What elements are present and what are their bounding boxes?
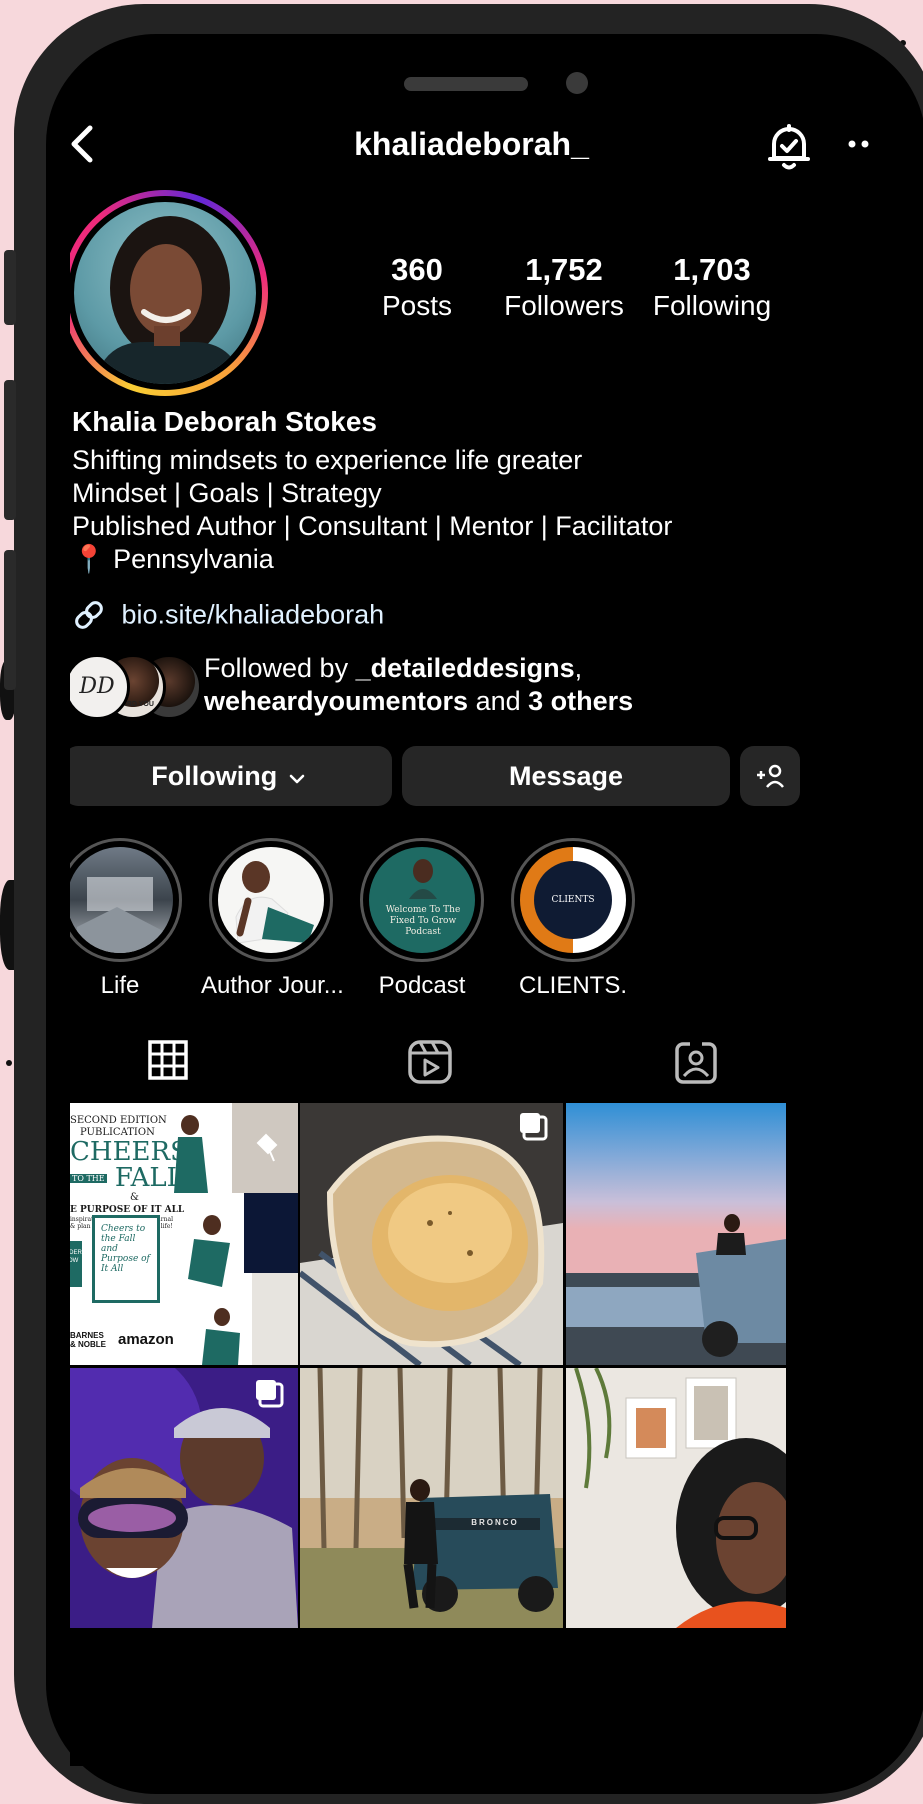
book-post-photos [174, 1103, 298, 1365]
tab-posts-grid[interactable] [146, 1038, 190, 1090]
highlight-cover [70, 847, 173, 953]
profile-avatar-story-ring[interactable] [70, 190, 268, 396]
highlight-label: Author Jour... [201, 972, 344, 999]
profile-link-text: bio.site/khaliadeborah [121, 599, 385, 630]
phone-side-button [4, 550, 16, 690]
post-image [300, 1103, 563, 1365]
paint-splatter [6, 1060, 12, 1066]
link-icon [75, 601, 103, 629]
bell-check-icon [768, 124, 810, 170]
profile-display-name: Khalia Deborah Stokes [72, 406, 377, 437]
post-image [300, 1368, 563, 1628]
post-gallery-wall-portrait[interactable] [566, 1368, 786, 1628]
post-ski-selfie[interactable] [70, 1368, 298, 1628]
mutual-others-link[interactable]: 3 others [528, 686, 633, 716]
post-image [70, 1368, 298, 1628]
bio-line: Shifting mindsets to experience life gre… [72, 445, 583, 475]
post-bread[interactable] [300, 1103, 563, 1365]
phone-notch [244, 60, 702, 124]
highlight-life[interactable]: Life [70, 838, 190, 1000]
highlight-ring: Welcome To The Fixed To Grow Podcast [360, 838, 484, 962]
highlight-cover [218, 847, 324, 953]
mutual-user-link[interactable]: weheardyoumentors [204, 686, 468, 716]
highlight-ring: CLIENTS [511, 838, 635, 962]
mutual-user-link[interactable]: _detaileddesigns [356, 653, 575, 683]
followed-by-prefix: Followed by [204, 653, 356, 683]
followed-by-and: and [468, 686, 529, 716]
instagram-profile-screen: khaliadeborah_ 360 Posts 1,752 Followers… [70, 60, 873, 1766]
avatar-portrait [94, 216, 244, 384]
more-options-button[interactable] [846, 124, 873, 172]
highlight-author-journey[interactable]: Author Jour... [201, 838, 344, 1000]
post-image [566, 1368, 786, 1628]
suggested-users-button[interactable] [740, 746, 800, 806]
stat-following[interactable]: 1,703 Following [637, 252, 787, 324]
bio-line: Mindset | Goals | Strategy [72, 478, 382, 508]
phone-side-button [4, 250, 16, 325]
highlight-clients[interactable]: CLIENTS CLIENTS. [503, 838, 643, 1000]
chevron-down-icon [289, 774, 305, 784]
tagged-person-icon [675, 1040, 717, 1084]
profile-link[interactable]: bio.site/khaliadeborah [72, 598, 384, 632]
stat-posts[interactable]: 360 Posts [342, 252, 492, 324]
followed-by-comma: , [574, 653, 583, 683]
tab-reels[interactable] [406, 1038, 454, 1090]
highlight-ring [209, 838, 333, 962]
mutual-followers-avatars[interactable]: DD HEARD YOU [70, 654, 202, 720]
add-person-icon [757, 764, 784, 788]
highlight-ring [70, 838, 182, 962]
phone-speaker [404, 77, 528, 91]
highlight-podcast[interactable]: Welcome To The Fixed To Grow Podcast Pod… [352, 838, 492, 1000]
post-lake-truck[interactable] [566, 1103, 786, 1365]
highlight-cover-image [77, 877, 163, 953]
message-button-label: Message [508, 761, 624, 791]
stat-followers[interactable]: 1,752 Followers [489, 252, 639, 324]
bio-line: Published Author | Consultant | Mentor |… [72, 511, 673, 541]
highlight-cover-image [235, 861, 314, 944]
highlight-cover-text: Welcome To The Fixed To Grow Podcast [385, 905, 461, 937]
highlight-label: CLIENTS. [518, 972, 628, 999]
message-button[interactable]: Message [402, 746, 730, 806]
post-book-promo[interactable]: SECOND EDITION PUBLICATION CHEERS TO THE… [70, 1103, 298, 1365]
profile-username: khaliadeborah_ [354, 126, 589, 162]
post-image [566, 1103, 786, 1365]
highlight-cover-text: CLIENTS [534, 861, 612, 939]
truck-grille-text: BRONCO [471, 1518, 519, 1527]
stat-followers-count: 1,752 [525, 252, 603, 287]
stat-posts-count: 360 [391, 252, 443, 287]
tab-tagged[interactable] [672, 1038, 720, 1090]
notifications-button[interactable] [764, 120, 814, 172]
stat-followers-label: Followers [504, 290, 624, 321]
grid-icon [148, 1040, 188, 1080]
post-bronco-forest[interactable]: BRONCO [300, 1368, 563, 1628]
profile-avatar [74, 202, 256, 384]
bio-line-location: 📍 Pennsylvania [72, 544, 274, 574]
mutual-followers-text[interactable]: Followed by _detaileddesigns, weheardyou… [204, 652, 633, 718]
following-button[interactable]: Following [70, 746, 392, 806]
stat-following-count: 1,703 [673, 252, 751, 287]
highlight-cover: Welcome To The Fixed To Grow Podcast [369, 847, 475, 953]
mutual-avatar-monogram: DD [79, 674, 115, 699]
phone-side-button [4, 380, 16, 520]
stat-following-label: Following [652, 290, 772, 321]
reels-icon [408, 1040, 452, 1084]
highlight-label: Life [100, 972, 140, 999]
highlight-cover: CLIENTS [520, 847, 626, 953]
more-dots-icon [848, 140, 869, 148]
stat-posts-label: Posts [381, 290, 453, 321]
highlight-label: Podcast [378, 972, 466, 999]
following-button-label: Following [151, 761, 278, 791]
phone-camera [566, 72, 588, 94]
